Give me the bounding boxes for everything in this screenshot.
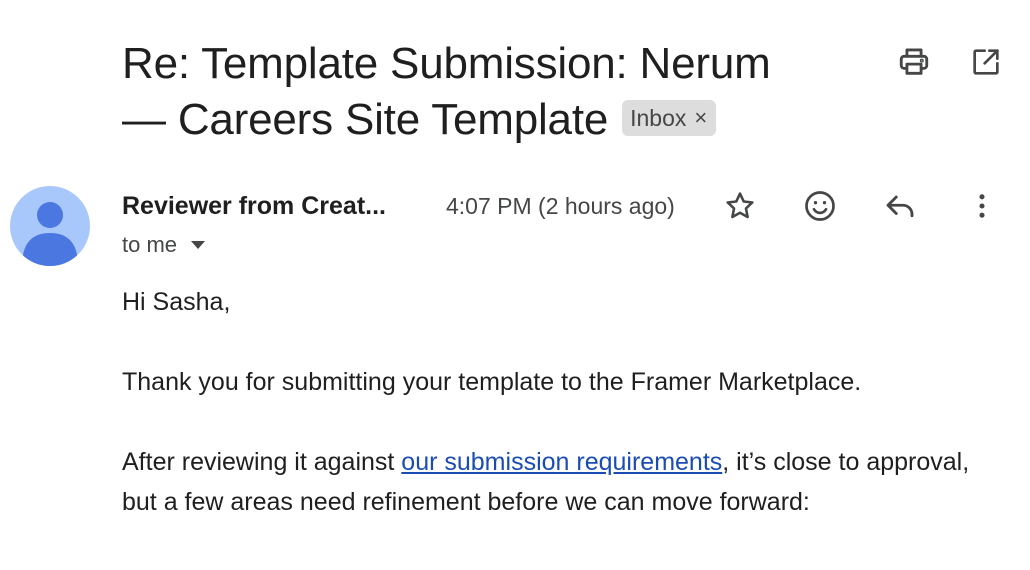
print-button[interactable] [892,40,936,84]
reply-button[interactable] [878,184,922,228]
print-icon [899,48,929,75]
sender-name[interactable]: Reviewer from Creat... [122,192,422,221]
inbox-label-text: Inbox [630,105,687,131]
inbox-label-chip[interactable]: Inbox × [622,100,717,136]
submission-requirements-link[interactable]: our submission requirements [401,448,722,476]
open-in-new-window-icon [973,49,999,75]
thread-actions [892,40,1008,84]
star-icon [726,192,754,219]
message-timestamp: 4:07 PM (2 hours ago) [446,192,675,219]
star-button[interactable] [718,184,762,228]
open-in-new-window-button[interactable] [964,40,1008,84]
message-body: Hi Sasha, Thank you for submitting your … [122,282,982,562]
default-person-icon [22,202,78,266]
more-vert-icon [979,194,985,218]
recipients-label: to me [122,232,178,257]
emoji-reaction-icon [805,191,835,221]
sender-row: Reviewer from Creat... 4:07 PM (2 hours … [122,186,675,226]
paragraph-2-lead: After reviewing it against [122,448,402,476]
add-reaction-button[interactable] [798,184,842,228]
email-subject: Re: Template Submission: Nerum — Careers… [122,36,822,148]
more-options-button[interactable] [960,184,1004,228]
reply-icon [886,195,914,218]
remove-label-icon[interactable]: × [694,107,707,129]
recipients-dropdown[interactable]: to me [122,232,207,258]
body-paragraph-2: After reviewing it against our submissio… [122,442,982,522]
body-paragraph-1: Thank you for submitting your template t… [122,368,862,396]
message-actions [718,184,1004,228]
caret-down-icon [191,241,206,249]
greeting: Hi Sasha, [122,288,231,316]
sender-avatar[interactable] [10,186,90,266]
